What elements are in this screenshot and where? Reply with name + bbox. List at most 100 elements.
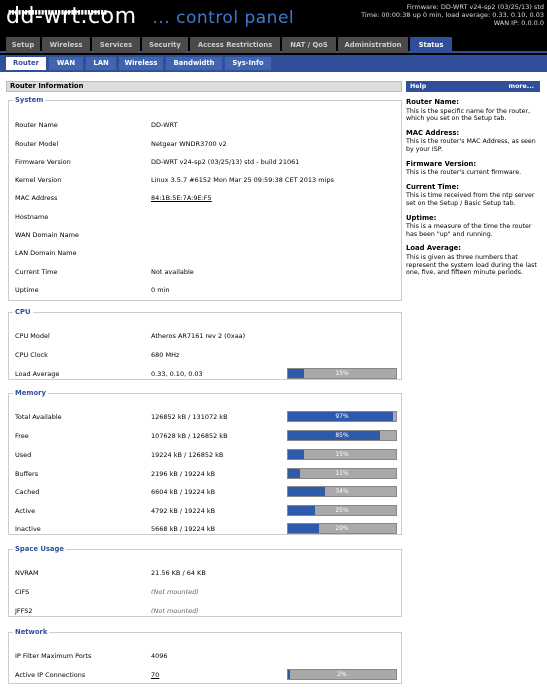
bar-percent: 25% xyxy=(335,507,349,514)
row-label: Used xyxy=(15,451,32,459)
row-value: 2196 kB / 19224 kB xyxy=(151,470,216,478)
row-label: Firmware Version xyxy=(15,158,71,166)
subtab-router[interactable]: Router xyxy=(6,57,46,70)
bar-percent: 15% xyxy=(335,370,349,377)
row-label: Active xyxy=(15,507,36,515)
subtab-bandwidth[interactable]: Bandwidth xyxy=(166,57,222,70)
row-label: JFFS2 xyxy=(15,607,33,615)
tab-administration[interactable]: Administration xyxy=(338,37,408,53)
cpu-section-title: CPU xyxy=(15,308,31,316)
memory-row: Inactive 5668 kB / 19224 kB 29% xyxy=(15,523,397,535)
row-value: 4792 kB / 19224 kB xyxy=(151,507,216,515)
network-row: IP Filter Maximum Ports 4096 xyxy=(15,650,397,662)
row-label: Hostname xyxy=(15,213,49,221)
bar-percent: 11% xyxy=(335,470,349,477)
row-label: LAN Domain Name xyxy=(15,249,77,257)
uptime-text: Time: 00:00:38 up 0 min, load average: 0… xyxy=(361,11,544,19)
row-value: (Not mounted) xyxy=(151,607,199,615)
row-value: 19224 kB / 126852 kB xyxy=(151,451,224,459)
subtab-sys-info[interactable]: Sys-Info xyxy=(225,57,271,70)
memory-bar: 25% xyxy=(287,505,397,516)
tab-setup[interactable]: Setup xyxy=(6,37,40,53)
row-value: (Not mounted) xyxy=(151,588,199,596)
system-row: LAN Domain Name xyxy=(15,247,397,259)
connections-bar: 2% xyxy=(287,669,397,680)
row-label: Router Model xyxy=(15,140,59,148)
bar-percent: 29% xyxy=(335,525,349,532)
tab-access-restrictions[interactable]: Access Restrictions xyxy=(190,37,280,53)
help-item-text: This is time received from the ntp serve… xyxy=(406,192,535,207)
row-label: Free xyxy=(15,432,29,440)
firmware-info: Firmware: DD-WRT v24-sp2 (03/25/13) std … xyxy=(361,3,544,27)
logo-dots: ▮▮▮▮▮▮▮▮▮▮▮▮▮▮▮▮▮▮▮▮▮▮▮▮▮▮▮▮▮▮ xyxy=(8,9,108,16)
row-label: CPU Clock xyxy=(15,351,48,359)
subtab-wireless[interactable]: Wireless xyxy=(119,57,163,70)
help-item-title: Load Average: xyxy=(406,244,462,253)
bar-percent: 2% xyxy=(337,671,347,678)
memory-row: Buffers 2196 kB / 19224 kB 11% xyxy=(15,468,397,480)
help-item-text: This is the router's MAC Address, as see… xyxy=(406,138,536,153)
wan-ip-text: WAN IP: 0.0.0.0 xyxy=(493,19,544,27)
help-title: Help xyxy=(410,83,427,90)
active-connections-link[interactable]: 70 xyxy=(151,669,159,681)
row-label: Router Name xyxy=(15,121,58,129)
tab-nat-qos[interactable]: NAT / QoS xyxy=(282,37,336,53)
primary-tabs: Setup Wireless Services Security Access … xyxy=(0,36,547,53)
help-item-title: Firmware Version: xyxy=(406,159,477,168)
memory-bar: 15% xyxy=(287,449,397,460)
system-row: Router Model Netgear WNDR3700 v2 xyxy=(15,138,397,150)
memory-row: Total Available 126852 kB / 131072 kB 97% xyxy=(15,411,397,423)
ddwrt-logo: ▮▮▮▮▮▮▮▮▮▮▮▮▮▮▮▮▮▮▮▮▮▮▮▮▮▮▮▮▮▮ dd-wrt.co… xyxy=(6,6,294,29)
row-label: CIFS xyxy=(15,588,30,596)
memory-row: Used 19224 kB / 126852 kB 15% xyxy=(15,449,397,461)
row-value: 4096 xyxy=(151,652,168,660)
space-usage-section-title: Space Usage xyxy=(15,545,64,553)
memory-bar: 97% xyxy=(287,411,397,422)
subtab-lan[interactable]: LAN xyxy=(86,57,116,70)
tab-services[interactable]: Services xyxy=(92,37,140,53)
tab-wireless[interactable]: Wireless xyxy=(42,37,90,53)
cpu-row: CPU Clock 680 MHz xyxy=(15,349,397,361)
load-average-bar: 15% xyxy=(287,368,397,379)
help-more-link[interactable]: more... xyxy=(509,81,534,92)
network-row: Active IP Connections 70 2% xyxy=(15,669,397,681)
row-label: Uptime xyxy=(15,286,39,294)
row-value: Netgear WNDR3700 v2 xyxy=(151,140,227,148)
system-row: MAC Address 84:1B:5E:7A:9E:F5 xyxy=(15,192,397,204)
header: ▮▮▮▮▮▮▮▮▮▮▮▮▮▮▮▮▮▮▮▮▮▮▮▮▮▮▮▮▮▮ dd-wrt.co… xyxy=(0,0,547,36)
row-value: 0.33, 0.10, 0.03 xyxy=(151,370,203,378)
memory-bar: 34% xyxy=(287,486,397,497)
system-section-title: System xyxy=(15,96,44,104)
tab-status[interactable]: Status xyxy=(410,37,452,53)
system-row: WAN Domain Name xyxy=(15,229,397,241)
cpu-section: CPU CPU Model Atheros AR7161 rev 2 (0xaa)… xyxy=(8,308,402,380)
row-value: 21.56 KB / 64 KB xyxy=(151,569,206,577)
row-value: 680 MHz xyxy=(151,351,180,359)
memory-bar: 85% xyxy=(287,430,397,441)
system-row: Uptime 0 min xyxy=(15,284,397,296)
space-row: CIFS (Not mounted) xyxy=(15,586,397,598)
row-value: Atheros AR7161 rev 2 (0xaa) xyxy=(151,332,246,340)
row-value: Linux 3.5.7 #6152 Mon Mar 25 09:59:38 CE… xyxy=(151,176,334,184)
help-item-text: This is given as three numbers that repr… xyxy=(406,253,537,277)
mac-address-link[interactable]: 84:1B:5E:7A:9E:F5 xyxy=(151,192,212,204)
cpu-row: CPU Model Atheros AR7161 rev 2 (0xaa) xyxy=(15,330,397,342)
row-label: Cached xyxy=(15,488,40,496)
row-label: MAC Address xyxy=(15,194,58,202)
row-value: 0 min xyxy=(151,286,170,294)
memory-section-title: Memory xyxy=(15,389,46,397)
help-item-title: MAC Address: xyxy=(406,128,460,137)
tab-security[interactable]: Security xyxy=(142,37,188,53)
system-section: System Router Name DD-WRT Router Model Net… xyxy=(8,96,402,301)
row-value: 5668 kB / 19224 kB xyxy=(151,525,216,533)
row-label: Current Time xyxy=(15,268,58,276)
subtab-wan[interactable]: WAN xyxy=(49,57,83,70)
memory-section: Memory Total Available 126852 kB / 131072… xyxy=(8,389,402,535)
system-row: Router Name DD-WRT xyxy=(15,119,397,131)
logo-sub-text: ... control panel xyxy=(152,8,295,28)
help-item-title: Uptime: xyxy=(406,213,437,222)
row-label: Load Average xyxy=(15,370,60,378)
row-label: Kernel Version xyxy=(15,176,62,184)
row-label: Total Available xyxy=(15,413,62,421)
memory-bar: 29% xyxy=(287,523,397,534)
